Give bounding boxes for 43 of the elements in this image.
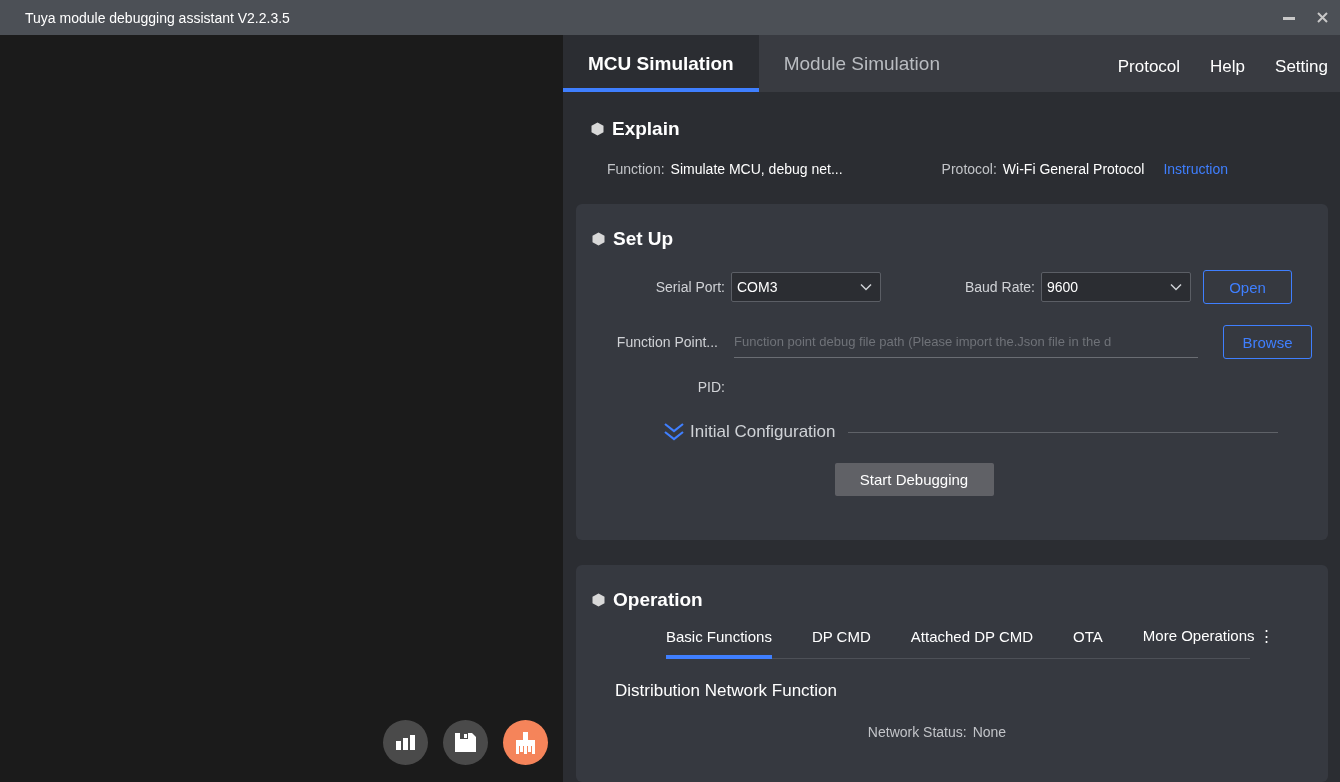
field-label: Function Point...: [615, 334, 718, 350]
function-value: Simulate MCU, debug net...: [670, 161, 844, 177]
field-label: PID:: [696, 379, 725, 395]
function-label: Function:: [607, 161, 665, 177]
network-status-value: None: [972, 724, 1007, 740]
tab[interactable]: Basic Functions: [666, 627, 772, 659]
section-heading: Explain: [612, 118, 680, 140]
hexagon-bullet-icon: [592, 232, 605, 246]
menu-link[interactable]: Setting: [1275, 56, 1328, 77]
dropdown-caret-icon: [1170, 283, 1182, 291]
field-label: Baud Rate:: [963, 279, 1035, 295]
protocol-value: Wi-Fi General Protocol: [1002, 161, 1145, 177]
dropdown-caret-icon: [860, 283, 872, 291]
field-label: Serial Port:: [654, 279, 725, 295]
serial-port-dropdown[interactable]: COM3: [731, 272, 881, 302]
network-status-label: Network Status:: [867, 724, 967, 740]
tab[interactable]: DP CMD: [811, 627, 871, 659]
menu-link[interactable]: Protocol: [1117, 56, 1181, 77]
close-icon[interactable]: [1317, 12, 1328, 23]
protocol-label: Protocol:: [941, 161, 997, 177]
tab[interactable]: Attached DP CMD: [910, 627, 1034, 659]
menu-link[interactable]: Help: [1210, 56, 1246, 77]
tab[interactable]: MCU Simulation: [563, 35, 759, 92]
baud-rate-dropdown[interactable]: 9600: [1041, 272, 1191, 302]
save-button[interactable]: [443, 720, 488, 765]
hexagon-bullet-icon: [591, 122, 604, 136]
section-heading: Operation: [613, 589, 703, 611]
double-chevron-icon: [664, 423, 684, 441]
section-heading: Set Up: [613, 228, 674, 250]
window-title: Tuya module debugging assistant V2.2.3.5: [25, 9, 291, 26]
minimize-icon[interactable]: [1283, 15, 1295, 20]
instruction-link[interactable]: Instruction: [1163, 161, 1229, 177]
section-subheading: Distribution Network Function: [615, 681, 839, 701]
start-debugging-button[interactable]: Start Debugging: [834, 463, 994, 496]
tab[interactable]: OTA: [1073, 627, 1103, 659]
tab[interactable]: Module Simulation: [758, 35, 965, 92]
bar-chart-icon: [396, 735, 415, 750]
brush-icon: [515, 731, 536, 754]
initial-configuration-toggle[interactable]: Initial Configuration: [664, 422, 836, 442]
clear-button[interactable]: [503, 720, 548, 765]
hexagon-bullet-icon: [592, 593, 605, 607]
tab[interactable]: More Operations ⋮: [1142, 627, 1274, 659]
statistics-button[interactable]: [383, 720, 428, 765]
